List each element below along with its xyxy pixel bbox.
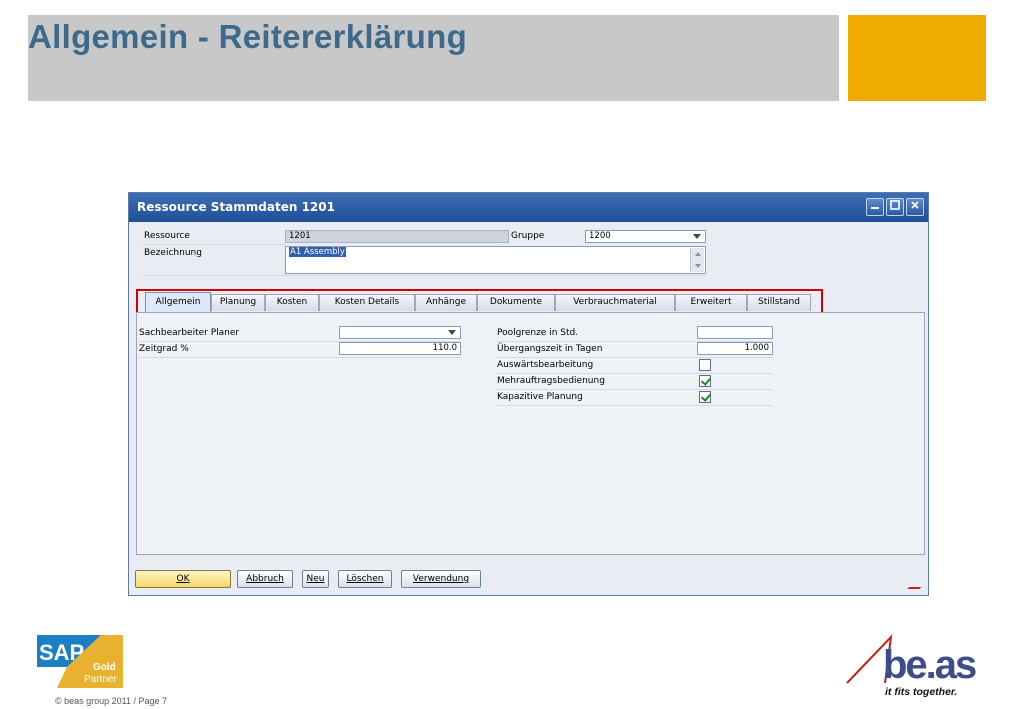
kapazitive-planung-checkbox[interactable]: [699, 391, 711, 403]
partner-text: Partner: [84, 674, 117, 685]
mehrauftragsbedienung-label: Mehrauftragsbedienung: [497, 376, 605, 386]
gold-text: Gold: [93, 662, 116, 673]
close-icon[interactable]: [906, 198, 924, 216]
ressource-field[interactable]: 1201: [285, 230, 509, 243]
window-title: Ressource Stammdaten 1201: [137, 200, 335, 214]
chevron-down-icon[interactable]: [448, 330, 456, 335]
loeschen-button[interactable]: Löschen: [338, 570, 392, 588]
separator: [496, 405, 773, 406]
auswaertsbearbeitung-label: Auswärtsbearbeitung: [497, 360, 594, 370]
textarea-scrollbar[interactable]: [690, 248, 704, 272]
chevron-down-icon[interactable]: [693, 234, 701, 239]
uebergangszeit-label: Übergangszeit in Tagen: [497, 344, 603, 354]
separator: [143, 275, 706, 276]
sachbearbeiter-dropdown[interactable]: [339, 326, 461, 339]
zeitgrad-label: Zeitgrad %: [139, 344, 189, 354]
sap-gold-partner-logo: SAP Gold Partner: [37, 635, 123, 688]
poolgrenze-field[interactable]: [697, 326, 773, 339]
verwendung-button[interactable]: Verwendung: [401, 570, 481, 588]
uebergangszeit-field[interactable]: 1.000: [697, 342, 773, 355]
zeitgrad-field[interactable]: 110.0: [339, 342, 461, 355]
separator: [138, 357, 461, 358]
kapazitive-planung-label: Kapazitive Planung: [497, 392, 583, 402]
minimize-icon[interactable]: [866, 198, 884, 216]
auswaertsbearbeitung-checkbox[interactable]: [699, 359, 711, 371]
resource-master-window: Ressource Stammdaten 1201 Ressource 1201…: [128, 192, 929, 596]
mehrauftragsbedienung-checkbox[interactable]: [699, 375, 711, 387]
beas-logo: be.as it fits together.: [845, 633, 990, 699]
separator: [496, 389, 773, 390]
bezeichnung-label: Bezeichnung: [144, 248, 202, 258]
separator: [496, 373, 773, 374]
window-titlebar[interactable]: Ressource Stammdaten 1201: [129, 193, 928, 222]
resize-grip-icon[interactable]: [907, 583, 925, 589]
ressource-label: Ressource: [144, 231, 190, 241]
footer-copyright: © beas group 2011 / Page 7: [55, 696, 168, 706]
bezeichnung-value: A1 Assembly: [289, 247, 346, 257]
gruppe-value: 1200: [589, 231, 611, 241]
beas-tagline: it fits together.: [885, 686, 957, 698]
slide-title: Allgemein - Reitererklärung: [28, 18, 468, 55]
poolgrenze-label: Poolgrenze in Std.: [497, 328, 579, 338]
maximize-icon[interactable]: [886, 198, 904, 216]
separator: [496, 357, 773, 358]
gruppe-label: Gruppe: [511, 231, 545, 241]
sachbearbeiter-label: Sachbearbeiter Planer: [139, 328, 240, 338]
bezeichnung-textarea[interactable]: A1 Assembly: [285, 246, 706, 274]
neu-button[interactable]: Neu: [302, 570, 329, 588]
separator: [143, 244, 285, 245]
gruppe-dropdown[interactable]: 1200: [585, 230, 706, 243]
beas-text: be.as: [883, 643, 976, 687]
accent-box: [848, 15, 986, 101]
abbruch-button[interactable]: Abbruch: [237, 570, 293, 588]
ok-button[interactable]: OK: [135, 570, 231, 588]
